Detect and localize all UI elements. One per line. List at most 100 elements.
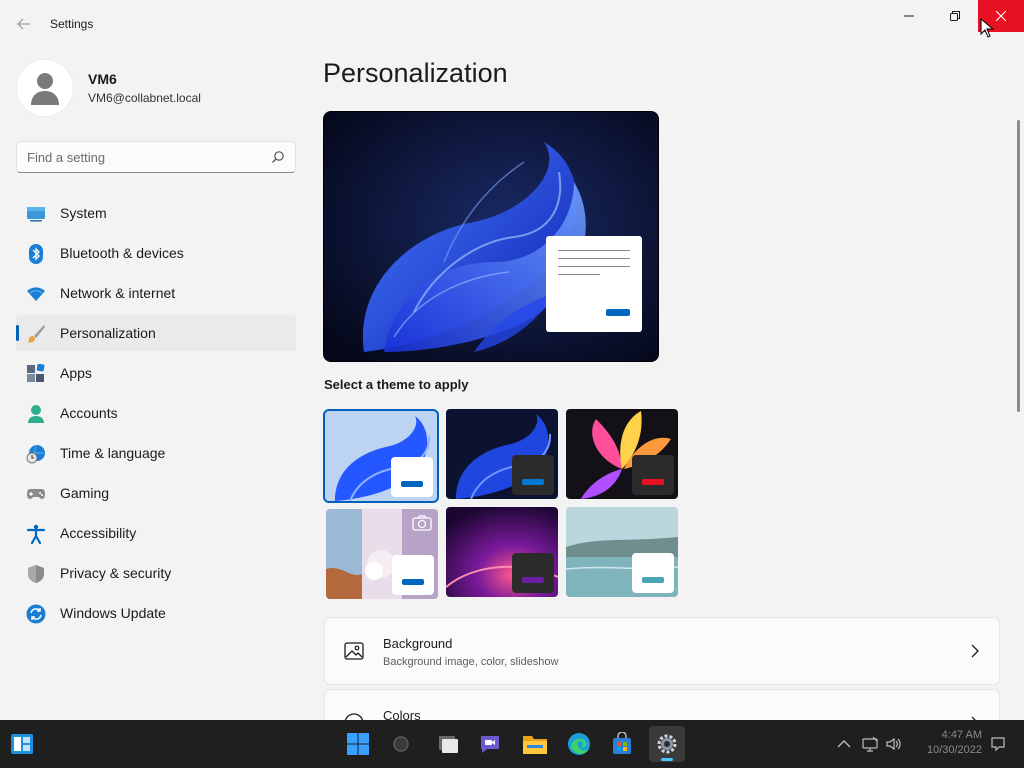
settings-taskbar-button[interactable] — [649, 726, 685, 762]
theme-preview-window — [512, 553, 554, 593]
sidebar-item-accounts[interactable]: Accounts — [16, 395, 296, 431]
start-button[interactable] — [340, 726, 376, 762]
chevron-up-icon[interactable] — [836, 736, 852, 752]
sidebar-item-system[interactable]: System — [16, 195, 296, 231]
file-explorer-icon — [523, 736, 547, 754]
avatar — [16, 59, 74, 117]
teams-chat-button[interactable] — [472, 726, 508, 762]
theme-captured-motion[interactable] — [326, 509, 438, 599]
image-icon — [344, 642, 364, 660]
scrollbar-thumb[interactable] — [1017, 120, 1020, 412]
sidebar-item-bluetooth[interactable]: Bluetooth & devices — [16, 235, 296, 271]
search-icon[interactable] — [271, 150, 285, 164]
sidebar-item-windows-update[interactable]: Windows Update — [16, 595, 296, 631]
sidebar-item-label: Bluetooth & devices — [60, 245, 184, 261]
restore-button[interactable] — [932, 0, 978, 32]
minimize-icon — [904, 15, 914, 17]
sidebar-item-privacy[interactable]: Privacy & security — [16, 555, 296, 591]
preview-button — [606, 309, 630, 316]
theme-flow[interactable] — [566, 507, 678, 597]
mouse-cursor-icon — [980, 18, 994, 38]
preview-window — [546, 236, 642, 332]
theme-preview-window — [632, 455, 674, 495]
globe-clock-icon — [26, 444, 45, 464]
profile-name: VM6 — [88, 71, 117, 87]
widgets-button[interactable] — [4, 726, 40, 762]
search-taskbar-button[interactable] — [383, 726, 419, 762]
preview-line — [558, 258, 630, 259]
theme-glow[interactable] — [566, 409, 678, 499]
sidebar-item-accessibility[interactable]: Accessibility — [16, 515, 296, 551]
apps-icon — [27, 364, 45, 382]
task-view-button[interactable] — [430, 726, 466, 762]
search-icon — [393, 736, 409, 752]
sidebar-item-time-language[interactable]: Time & language — [16, 435, 296, 471]
taskbar: 4:47 AM 10/30/2022 — [0, 720, 1024, 768]
network-icon[interactable] — [862, 736, 878, 752]
sidebar-item-network[interactable]: Network & internet — [16, 275, 296, 311]
arrow-left-icon — [17, 18, 30, 30]
edge-button[interactable] — [561, 726, 597, 762]
theme-accent-bar — [642, 479, 664, 485]
taskbar-clock[interactable]: 4:47 AM 10/30/2022 — [910, 728, 982, 758]
sidebar-item-gaming[interactable]: Gaming — [16, 475, 296, 511]
restore-icon — [950, 11, 960, 21]
theme-accent-bar — [522, 577, 544, 583]
theme-preview — [323, 111, 659, 362]
camera-icon — [412, 515, 432, 531]
card-subtitle: Background image, color, slideshow — [383, 656, 559, 668]
wifi-icon — [27, 287, 45, 301]
theme-preview-window — [512, 455, 554, 495]
task-view-icon — [439, 736, 458, 753]
preview-line — [558, 274, 600, 275]
theme-preview-window — [392, 555, 434, 595]
theme-preview-window — [391, 457, 433, 497]
teams-chat-icon — [481, 736, 499, 753]
sidebar-item-apps[interactable]: Apps — [16, 355, 296, 391]
card-title: Background — [383, 636, 453, 651]
store-button[interactable] — [604, 726, 640, 762]
person-icon — [28, 405, 44, 423]
sidebar-item-label: Personalization — [60, 325, 156, 341]
monitor-icon — [27, 207, 45, 222]
search-box[interactable] — [16, 141, 296, 173]
theme-accent-bar — [642, 577, 664, 583]
sidebar-item-label: Time & language — [60, 445, 166, 461]
preview-line — [558, 266, 630, 267]
sidebar-item-label: Accessibility — [60, 525, 137, 541]
theme-accent-bar — [522, 479, 544, 485]
app-title: Settings — [50, 17, 94, 31]
sidebar-item-label: Windows Update — [60, 605, 166, 621]
volume-icon[interactable] — [886, 736, 902, 752]
edge-icon — [568, 733, 590, 755]
sidebar-item-label: Apps — [60, 365, 92, 381]
back-button[interactable] — [12, 12, 36, 36]
user-profile[interactable]: VM6 VM6@collabnet.local — [16, 58, 201, 118]
clock-date: 10/30/2022 — [926, 744, 982, 756]
sync-icon — [26, 604, 46, 624]
theme-windows-dark[interactable] — [446, 409, 558, 499]
notification-icon[interactable] — [990, 736, 1006, 752]
bluetooth-icon — [29, 244, 43, 264]
accessibility-icon — [26, 524, 46, 544]
background-card[interactable]: Background Background image, color, slid… — [324, 617, 1000, 685]
minimize-button[interactable] — [886, 0, 932, 32]
search-input[interactable] — [17, 142, 257, 172]
close-icon — [996, 11, 1006, 21]
gamepad-icon — [27, 489, 45, 499]
user-avatar-icon — [31, 73, 59, 105]
sidebar-item-label: Network & internet — [60, 285, 176, 301]
theme-windows-light[interactable] — [323, 409, 439, 503]
start-icon — [347, 733, 369, 755]
sidebar-item-label: Gaming — [60, 485, 110, 501]
clock-time: 4:47 AM — [941, 729, 982, 741]
theme-sunrise[interactable] — [446, 507, 558, 597]
sidebar-item-label: System — [60, 205, 107, 221]
chevron-right-icon — [971, 644, 979, 658]
sidebar-item-label: Accounts — [60, 405, 118, 421]
title-bar: Settings — [0, 0, 1024, 48]
file-explorer-button[interactable] — [517, 726, 553, 762]
widgets-icon — [11, 734, 33, 754]
sidebar-item-personalization[interactable]: Personalization — [16, 315, 296, 351]
theme-grid — [323, 409, 680, 599]
